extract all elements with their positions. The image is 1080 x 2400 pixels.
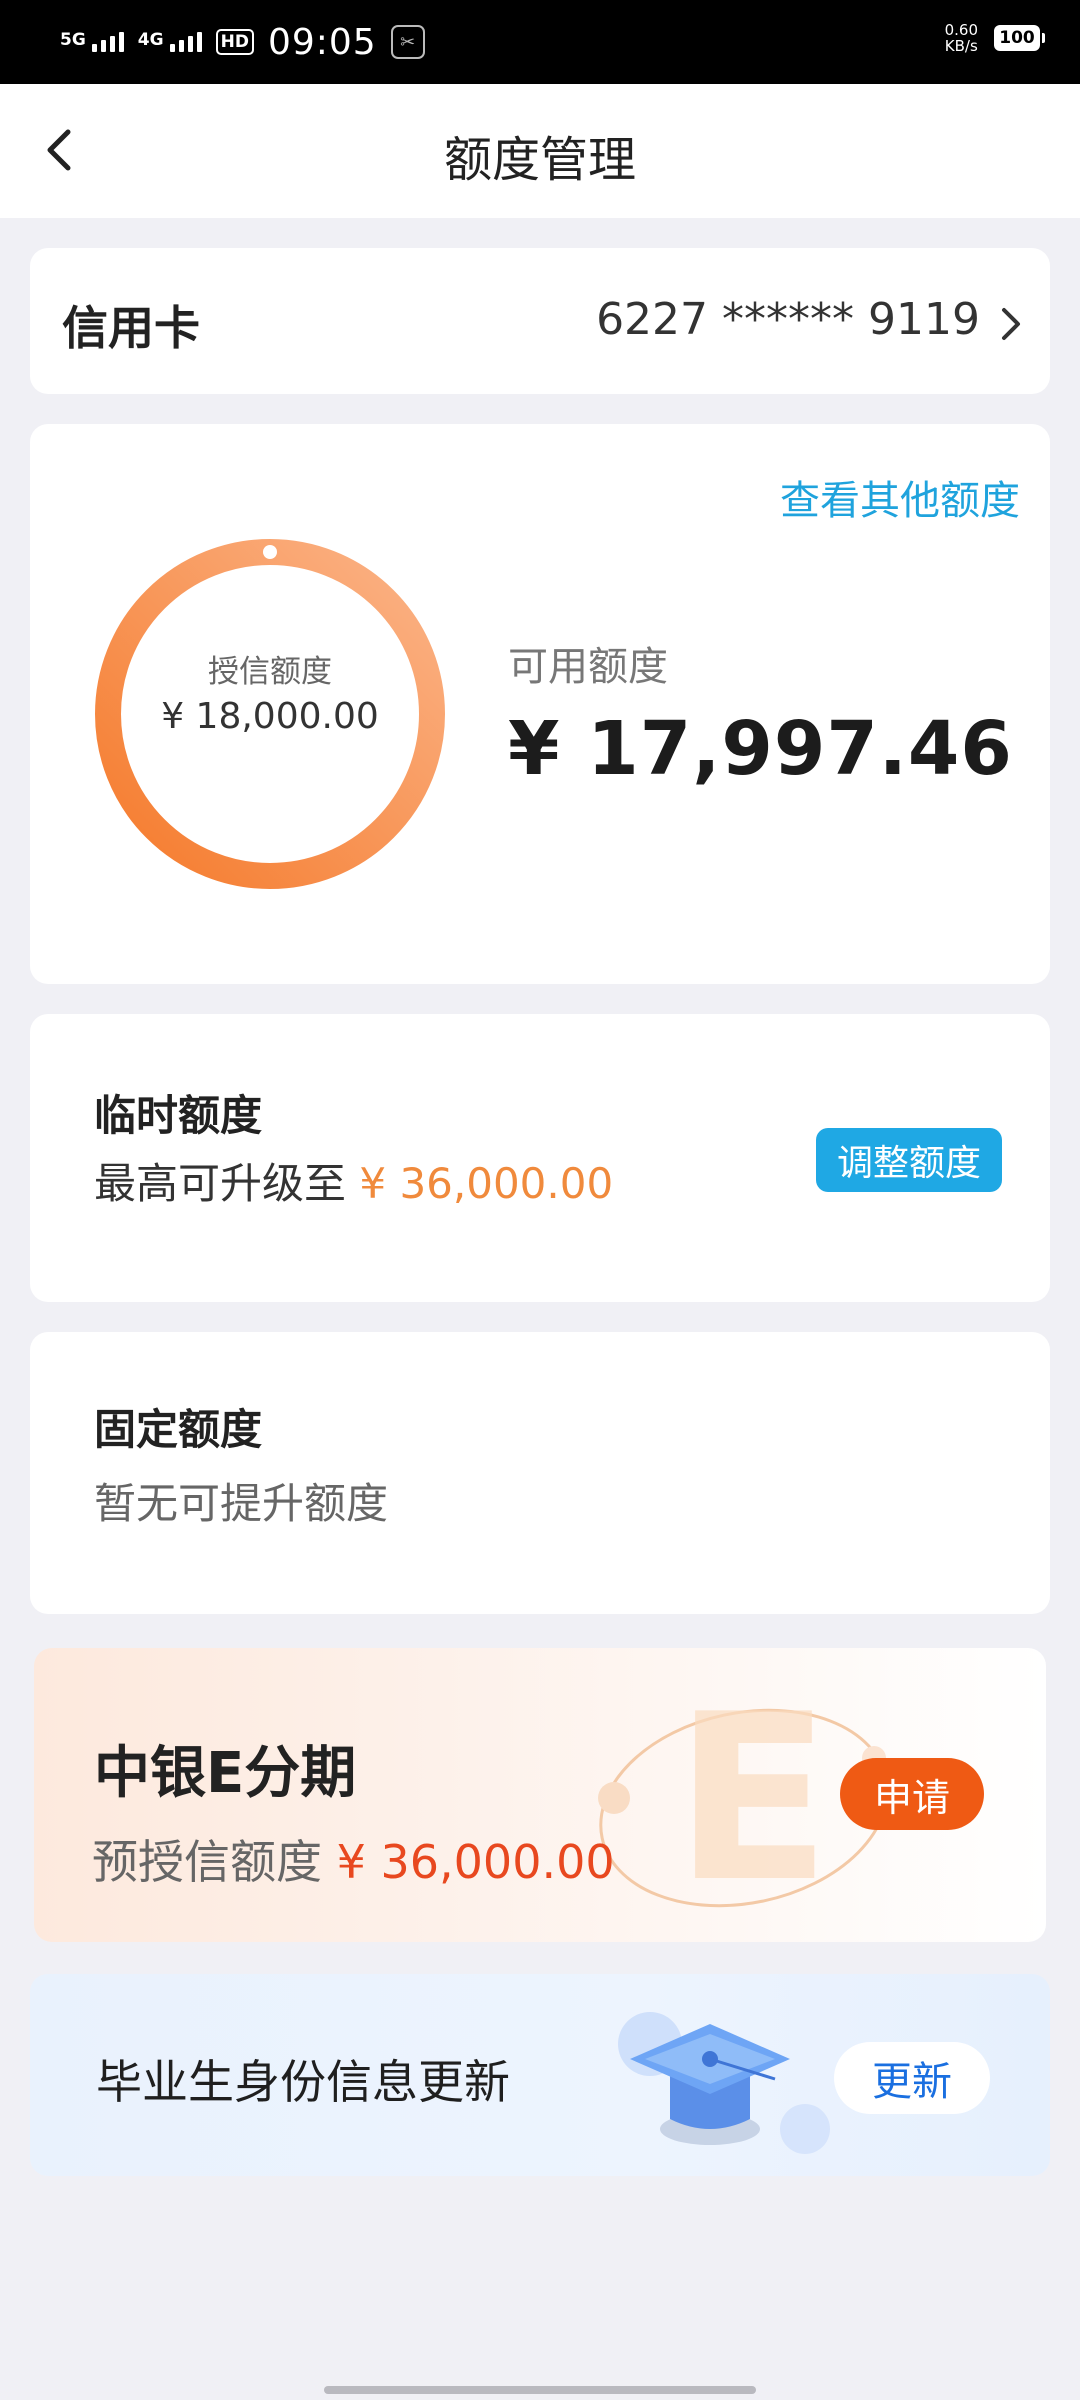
temporary-limit-card: 临时额度 最高可升级至 ¥ 36,000.00 调整额度: [30, 1014, 1050, 1302]
home-indicator[interactable]: [324, 2386, 756, 2394]
signal-4g-label: 4G: [137, 30, 164, 50]
status-right: 0.60 KB/s 100: [945, 22, 1045, 54]
available-limit-value: ¥ 17,997.46: [508, 706, 1013, 792]
fixed-limit-desc: 暂无可提升额度: [94, 1479, 389, 1528]
view-other-limits-link[interactable]: 查看其他额度: [780, 468, 1020, 526]
page-title: 额度管理: [443, 132, 636, 188]
granted-limit-label: 授信额度: [208, 654, 332, 690]
fixed-limit-title: 固定额度: [94, 1405, 263, 1454]
credit-card-selector[interactable]: 信用卡 6227 ****** 9119: [30, 248, 1050, 394]
e-decoration-letter: E: [674, 1666, 831, 1933]
granted-limit-value: ¥ 18,000.00: [161, 696, 379, 737]
hd-voice-icon: HD: [215, 29, 254, 55]
e-installment-title: 中银E分期: [94, 1741, 357, 1806]
network-speed-unit: KB/s: [944, 37, 978, 55]
status-bar: 5G 4G HD 09:05 ✂ 0.60 KB/s 100: [0, 0, 1080, 84]
pre-approved-prefix: 预授信额度: [92, 1835, 322, 1889]
notification-app-icon: ✂: [390, 25, 425, 59]
adjust-limit-button[interactable]: 调整额度: [816, 1128, 1002, 1192]
graduate-update-title: 毕业生身份信息更新: [96, 2055, 510, 2109]
apply-button[interactable]: 申请: [840, 1758, 984, 1830]
available-limit-label: 可用额度: [508, 644, 668, 690]
card-number: 6227 ****** 9119: [596, 294, 980, 345]
signal-5g-icon: 5G: [60, 32, 124, 52]
pre-approved-amount: ¥ 36,000.00: [336, 1835, 615, 1889]
fixed-limit-card: 固定额度 暂无可提升额度: [30, 1332, 1050, 1614]
chevron-right-icon: [1002, 308, 1020, 340]
ring-marker: [263, 545, 277, 559]
card-type-label: 信用卡: [62, 301, 200, 355]
battery-level: 100: [999, 28, 1035, 48]
clock: 09:05: [267, 21, 377, 63]
temporary-limit-desc: 最高可升级至 ¥ 36,000.00: [94, 1150, 613, 1211]
graduation-cap-icon: [618, 2012, 830, 2154]
e-installment-desc: 预授信额度 ¥ 36,000.00: [92, 1826, 615, 1892]
signal-4g-icon: 4G: [138, 32, 202, 52]
graduate-update-card[interactable]: 毕业生身份信息更新 更新: [30, 1974, 1050, 2176]
temporary-limit-prefix: 最高可升级至: [94, 1159, 347, 1208]
network-speed-value: 0.60: [944, 21, 978, 39]
network-speed: 0.60 KB/s: [945, 22, 978, 54]
temporary-limit-title: 临时额度: [94, 1091, 263, 1140]
credit-limit-card: 查看其他额度 授信额度 ¥ 18,000.00 可用额度 ¥ 17,997.46: [30, 424, 1050, 984]
e-installment-card[interactable]: E 中银E分期 预授信额度 ¥ 36,000.00 申请: [34, 1648, 1046, 1942]
battery-icon: 100: [994, 25, 1045, 51]
signal-5g-label: 5G: [60, 30, 86, 50]
temporary-limit-amount: ¥ 36,000.00: [359, 1159, 614, 1208]
nav-bar: 额度管理: [0, 84, 1080, 218]
update-button[interactable]: 更新: [834, 2042, 990, 2114]
status-left: 5G 4G HD 09:05 ✂: [60, 18, 425, 66]
